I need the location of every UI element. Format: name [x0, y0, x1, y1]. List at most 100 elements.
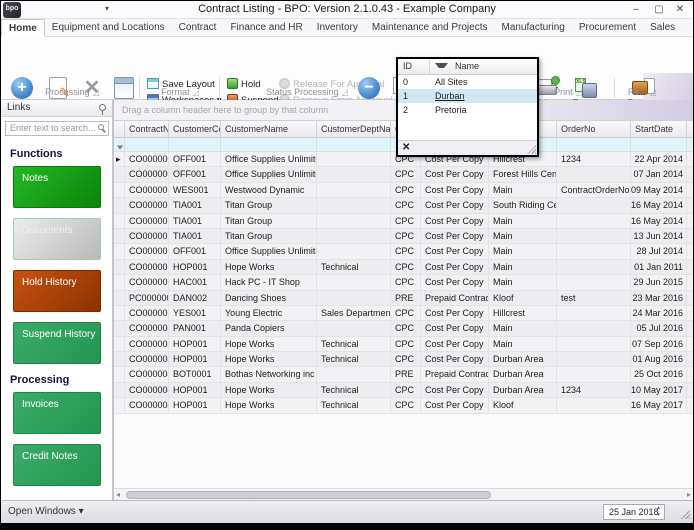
filter-cell[interactable]: [221, 138, 317, 152]
cell-contracttype[interactable]: CPC: [391, 306, 421, 321]
cell-customercode[interactable]: HAC001: [169, 275, 221, 290]
cell-customerdeptname[interactable]: Technical: [317, 352, 391, 367]
column-header-startdate[interactable]: StartDate: [631, 121, 687, 138]
cell-contracttypedesc[interactable]: Cost Per Copy: [421, 183, 489, 198]
cell-customerdeptname[interactable]: Technical: [317, 260, 391, 275]
cell-orderno[interactable]: [557, 367, 631, 382]
minimize-button[interactable]: –: [625, 2, 647, 17]
cell-customername[interactable]: Hope Works: [221, 337, 317, 352]
cell-customercode[interactable]: OFF001: [169, 152, 221, 167]
cell-customername[interactable]: Westwood Dynamic: [221, 183, 317, 198]
cell-location[interactable]: Forest Hills Centre: [489, 167, 557, 182]
cell-contracttype[interactable]: PRE: [391, 367, 421, 382]
cell-location[interactable]: Main: [489, 244, 557, 259]
filter-cell[interactable]: [125, 138, 169, 152]
cell-orderno[interactable]: [557, 198, 631, 213]
cell-orderno[interactable]: 1234: [557, 383, 631, 398]
cell-contracttypedesc[interactable]: Cost Per Copy: [421, 275, 489, 290]
table-row[interactable]: CO0000028HAC001Hack PC - IT ShopCPCCost …: [114, 275, 693, 290]
cell-customerdeptname[interactable]: [317, 183, 391, 198]
cell-customercode[interactable]: OFF001: [169, 167, 221, 182]
cell-contracttype[interactable]: CPC: [391, 214, 421, 229]
cell-customerdeptname[interactable]: [317, 275, 391, 290]
cell-startdate[interactable]: 01 Jan 2011: [631, 260, 687, 275]
tab-sales[interactable]: Sales: [643, 19, 682, 37]
cell-contractno[interactable]: CO0000041: [125, 321, 169, 336]
table-row[interactable]: CO0000016TIA001Titan GroupCPCCost Per Co…: [114, 229, 693, 244]
dialog-launcher-icon[interactable]: ◿: [650, 88, 656, 97]
cell-startdate[interactable]: 05 Jul 2016: [631, 321, 687, 336]
cell-contracttype[interactable]: CPC: [391, 398, 421, 413]
cell-orderno[interactable]: [557, 306, 631, 321]
cell-orderno[interactable]: ContractOrderNo: [557, 183, 631, 198]
close-button[interactable]: ✕: [669, 2, 691, 17]
cell-contractno[interactable]: CO0000045: [125, 383, 169, 398]
cell-contracttype[interactable]: CPC: [391, 352, 421, 367]
horizontal-scrollbar[interactable]: ◂ ▸: [114, 488, 693, 500]
cell-startdate[interactable]: 16 May 2014: [631, 214, 687, 229]
sidebar-button-credit-notes[interactable]: Credit Notes: [13, 444, 101, 486]
cell-startdate[interactable]: 16 May 2014: [631, 198, 687, 213]
cell-customercode[interactable]: TIA001: [169, 214, 221, 229]
table-row[interactable]: CO0000020HOP001Hope WorksTechnicalCPCCos…: [114, 260, 693, 275]
cell-customerdeptname[interactable]: Sales Department: [317, 306, 391, 321]
cell-contracttypedesc[interactable]: Cost Per Copy: [421, 398, 489, 413]
tab-contract[interactable]: Contract: [172, 19, 224, 37]
cell-customername[interactable]: Office Supplies Unlimited: [221, 152, 317, 167]
table-row[interactable]: CO0000045HOP001Hope WorksTechnicalCPCCos…: [114, 383, 693, 398]
cell-customername[interactable]: Hack PC - IT Shop: [221, 275, 317, 290]
sidebar-button-notes[interactable]: Notes: [13, 166, 101, 208]
cell-contracttypedesc[interactable]: Cost Per Copy: [421, 260, 489, 275]
cell-contractno[interactable]: CO0000044: [125, 367, 169, 382]
cell-customercode[interactable]: PAN001: [169, 321, 221, 336]
close-icon[interactable]: ✕: [402, 142, 410, 153]
cell-customercode[interactable]: HOP001: [169, 383, 221, 398]
cell-customername[interactable]: Hope Works: [221, 352, 317, 367]
cell-startdate[interactable]: 01 Aug 2016: [631, 352, 687, 367]
cell-customerdeptname[interactable]: [317, 291, 391, 306]
cell-customername[interactable]: Office Supplies Unlimited: [221, 167, 317, 182]
cell-customercode[interactable]: BOT0001: [169, 367, 221, 382]
cell-startdate[interactable]: 13 Jun 2014: [631, 229, 687, 244]
cell-orderno[interactable]: 1234: [557, 152, 631, 167]
cell-contracttypedesc[interactable]: Cost Per Copy: [421, 383, 489, 398]
cell-contractno[interactable]: CO0000016: [125, 229, 169, 244]
cell-customerdeptname[interactable]: [317, 321, 391, 336]
tab-equipment-and-locations[interactable]: Equipment and Locations: [45, 19, 172, 37]
tab-inventory[interactable]: Inventory: [310, 19, 365, 37]
cell-customercode[interactable]: OFF001: [169, 244, 221, 259]
table-row[interactable]: CO0000042HOP001Hope WorksTechnicalCPCCos…: [114, 337, 693, 352]
column-header-customername[interactable]: CustomerName: [221, 121, 317, 138]
table-row[interactable]: PC0000001DAN002Dancing ShoesPREPrepaid C…: [114, 291, 693, 306]
cell-customerdeptname[interactable]: [317, 367, 391, 382]
cell-contractno[interactable]: PC0000001: [125, 291, 169, 306]
cell-contractno[interactable]: CO0000013: [125, 198, 169, 213]
cell-location[interactable]: Durban Area: [489, 352, 557, 367]
cell-contracttypedesc[interactable]: Cost Per Copy: [421, 198, 489, 213]
column-header[interactable]: [114, 121, 125, 138]
tab-maintenance-and-projects[interactable]: Maintenance and Projects: [365, 19, 495, 37]
cell-customerdeptname[interactable]: [317, 229, 391, 244]
column-header-contractno[interactable]: ContractNo: [125, 121, 169, 138]
cell-customerdeptname[interactable]: Technical: [317, 337, 391, 352]
scroll-right-icon[interactable]: ▸: [687, 490, 691, 499]
cell-orderno[interactable]: [557, 352, 631, 367]
cell-location[interactable]: Main: [489, 260, 557, 275]
cell-customername[interactable]: Hope Works: [221, 383, 317, 398]
cell-orderno[interactable]: [557, 167, 631, 182]
filter-cell[interactable]: [631, 138, 687, 152]
cell-contracttypedesc[interactable]: Cost Per Copy: [421, 321, 489, 336]
cell-customercode[interactable]: TIA001: [169, 198, 221, 213]
pin-icon[interactable]: [99, 104, 106, 111]
cell-location[interactable]: Durban Area: [489, 383, 557, 398]
cell-location[interactable]: Main: [489, 214, 557, 229]
date-picker-input[interactable]: 25 Jan 2018 ▲▼: [603, 504, 665, 520]
date-spinner[interactable]: ▲▼: [654, 505, 663, 519]
table-row[interactable]: CO0000019OFF001Office Supplies Unlimited…: [114, 244, 693, 259]
filter-row-indicator[interactable]: [114, 138, 125, 152]
dialog-launcher-icon[interactable]: ◿: [93, 88, 99, 97]
cell-customercode[interactable]: TIA001: [169, 229, 221, 244]
cell-location[interactable]: Main: [489, 183, 557, 198]
cell-customerdeptname[interactable]: Technical: [317, 383, 391, 398]
cell-customerdeptname[interactable]: [317, 167, 391, 182]
